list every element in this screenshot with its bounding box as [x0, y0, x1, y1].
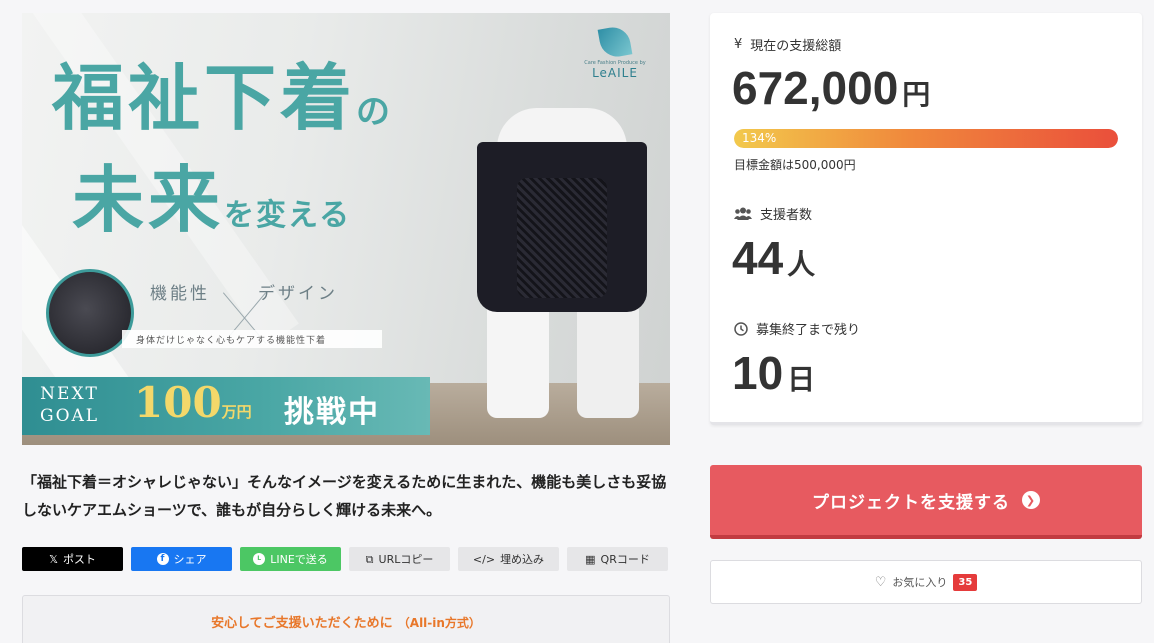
share-line-label: LINEで送る — [270, 553, 328, 566]
brand-logo: Care Fashion Produce by LeAILE — [578, 24, 652, 80]
arrow-right-icon: ❯ — [1022, 491, 1040, 509]
share-facebook-button[interactable]: f シェア — [131, 547, 232, 571]
total-amount-value: 672,000 円 — [732, 62, 931, 114]
remaining-days-value: 10 日 — [732, 347, 816, 399]
brand-name: LeAILE — [592, 66, 638, 80]
favorite-count-badge: 35 — [953, 573, 978, 591]
hero-title-line1: 福祉下着の — [52, 55, 391, 140]
copy-url-label: URLコピー — [378, 553, 434, 566]
embed-button[interactable]: </> 埋め込み — [458, 547, 559, 571]
hero-tagline: 身体だけじゃなく心もケアする機能性下着 — [122, 330, 382, 348]
yen-icon: ¥ — [734, 37, 743, 52]
goal-amount: 100万円 — [134, 378, 252, 427]
backers-count-value: 44 人 — [732, 232, 816, 284]
share-line-button[interactable]: L LINEで送る — [240, 547, 341, 571]
heart-icon: ♡ — [874, 574, 887, 590]
feature-label-design: デザイン — [258, 284, 338, 304]
embed-label: 埋め込み — [500, 553, 545, 566]
project-hero-image: 福祉下着の 未来を変える Care Fashion Produce by LeA… — [22, 13, 670, 445]
share-x-button[interactable]: 𝕏 ポスト — [22, 547, 123, 571]
leaf-icon — [597, 24, 633, 60]
share-x-label: ポスト — [62, 553, 96, 566]
progress-percent: 134% — [742, 131, 777, 145]
notice-text: 安心してご支援いただくために — [211, 616, 393, 631]
favorite-button[interactable]: ♡ お気に入り 35 — [710, 560, 1142, 604]
next-goal-banner: NEXT GOAL 100万円 挑戦中 — [22, 377, 430, 435]
all-in-notice-box[interactable]: 安心してご支援いただくために （All-in方式） — [22, 595, 670, 643]
remaining-label: 募集終了まで残り — [734, 319, 860, 338]
progress-bar: 134% — [734, 129, 1118, 148]
copy-url-button[interactable]: ⧉ URLコピー — [349, 547, 450, 571]
progress-bar-fill — [734, 129, 1118, 148]
code-icon: </> — [472, 552, 496, 566]
qr-code-label: QRコード — [600, 553, 650, 566]
facebook-icon: f — [156, 553, 169, 565]
hero-title-line2: 未来を変える — [72, 157, 352, 242]
funding-stats-card: ¥ 現在の支援総額 672,000 円 134% 目標金額は500,000円 支援… — [710, 13, 1142, 425]
clock-icon — [734, 321, 748, 336]
total-amount-label: ¥ 現在の支援総額 — [734, 37, 842, 54]
x-logo-icon: 𝕏 — [49, 552, 58, 566]
goal-amount-text: 目標金額は500,000円 — [734, 158, 856, 172]
people-icon — [734, 207, 752, 220]
challenge-label: 挑戦中 — [284, 395, 380, 430]
share-buttons: 𝕏 ポスト f シェア L LINEで送る ⧉ URLコピー </> 埋め込み … — [22, 547, 668, 571]
feature-label-function: 機能性 — [150, 284, 210, 304]
qr-code-icon: ▦ — [585, 552, 596, 566]
support-button-label: プロジェクトを支援する — [812, 492, 1010, 513]
favorite-label: お気に入り — [892, 576, 948, 589]
copy-icon: ⧉ — [365, 552, 374, 566]
line-icon: L — [253, 553, 266, 565]
qr-code-button[interactable]: ▦ QRコード — [567, 547, 668, 571]
share-facebook-label: シェア — [173, 553, 207, 566]
project-lead-text: 「福祉下着＝オシャレじゃない」そんなイメージを変えるために生まれた、機能も美しさ… — [22, 473, 667, 519]
detail-circle-image — [46, 269, 134, 357]
notice-subtext: （All-in方式） — [397, 616, 481, 630]
support-project-button[interactable]: プロジェクトを支援する ❯ — [710, 465, 1142, 539]
backers-label: 支援者数 — [734, 204, 812, 223]
next-goal-label: NEXT GOAL — [40, 384, 100, 426]
mannequin-image — [447, 108, 670, 418]
